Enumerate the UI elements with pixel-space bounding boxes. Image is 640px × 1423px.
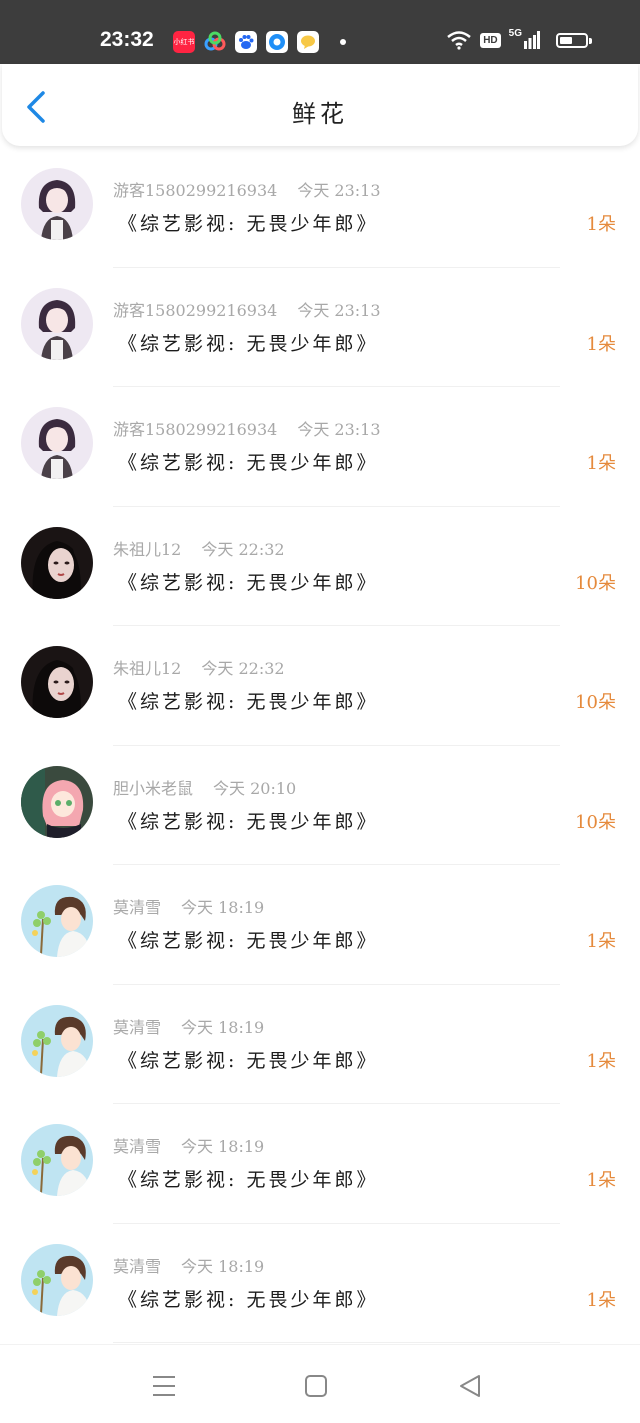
avatar[interactable] — [21, 646, 93, 718]
user-name: 莫清雪 — [113, 1256, 162, 1276]
avatar[interactable] — [21, 765, 93, 838]
chat-icon — [297, 31, 319, 53]
back-triangle-icon — [460, 1375, 480, 1397]
avatar[interactable] — [21, 885, 93, 957]
browser-icon — [266, 31, 288, 53]
user-name: 游客1580299216934 — [113, 420, 278, 439]
menu-button[interactable] — [147, 1369, 181, 1403]
user-name: 朱祖儿12 — [113, 659, 182, 678]
battery-icon — [556, 33, 588, 48]
user-name: 朱祖儿12 — [113, 539, 182, 559]
status-app-icons: 小红书 — [173, 31, 319, 53]
list-item[interactable]: 莫清雪 今天 18:19 《综艺影视: 无畏少年郎》 1朵 — [0, 865, 640, 985]
status-bar: 23:32 小红书 HD 5G — [0, 0, 640, 64]
avatar[interactable] — [21, 1124, 93, 1196]
work-title: 《综艺影视: 无畏少年郎》 — [118, 332, 379, 355]
record-time: 今天 22:32 — [201, 539, 285, 559]
user-name: 游客1580299216934 — [113, 181, 278, 200]
record-meta: 游客1580299216934 今天 23:13 — [113, 177, 381, 201]
record-time: 今天 18:19 — [181, 1137, 265, 1156]
work-title: 《综艺影视: 无畏少年郎》 — [118, 930, 379, 952]
work-title: 《综艺影视: 无畏少年郎》 — [118, 452, 379, 474]
flower-count: 1朵 — [586, 1289, 616, 1311]
battery-level — [560, 37, 572, 44]
wifi-icon — [447, 31, 471, 50]
work-title: 《综艺影视: 无畏少年郎》 — [118, 810, 379, 833]
record-time: 今天 23:13 — [297, 181, 381, 200]
menu-icon — [153, 1376, 175, 1396]
record-meta: 莫清雪 今天 18:19 — [113, 1133, 264, 1157]
status-time: 23:32 — [100, 28, 154, 51]
record-meta: 游客1580299216934 今天 23:13 — [113, 297, 381, 321]
record-time: 今天 18:19 — [181, 1017, 265, 1037]
list-item[interactable]: 游客1580299216934 今天 23:13 《综艺影视: 无畏少年郎》 1朵 — [0, 387, 640, 507]
flower-count: 1朵 — [586, 453, 616, 474]
page-title: 鲜花 — [292, 100, 348, 128]
avatar[interactable] — [21, 526, 93, 599]
list-item[interactable]: 莫清雪 今天 18:19 《综艺影视: 无畏少年郎》 1朵 — [0, 985, 640, 1104]
list-item[interactable]: 莫清雪 今天 18:19 《综艺影视: 无畏少年郎》 1朵 — [0, 1104, 640, 1224]
list-item[interactable]: 朱祖儿12 今天 22:32 《综艺影视: 无畏少年郎》 10朵 — [0, 507, 640, 626]
record-meta: 游客1580299216934 今天 23:13 — [113, 416, 381, 440]
work-title: 《综艺影视: 无畏少年郎》 — [118, 571, 379, 594]
record-meta: 莫清雪 今天 18:19 — [113, 894, 264, 918]
record-meta: 胆小米老鼠 今天 20:10 — [113, 775, 296, 799]
work-title: 《综艺影视: 无畏少年郎》 — [118, 1288, 379, 1311]
avatar[interactable] — [21, 1004, 93, 1077]
avatar[interactable] — [21, 168, 93, 240]
list-item[interactable]: 胆小米老鼠 今天 20:10 《综艺影视: 无畏少年郎》 10朵 — [0, 746, 640, 865]
list-item[interactable]: 游客1580299216934 今天 23:13 《综艺影视: 无畏少年郎》 1朵 — [0, 148, 640, 268]
record-time: 今天 23:13 — [297, 300, 381, 320]
flower-count: 1朵 — [586, 214, 616, 235]
record-time: 今天 18:19 — [181, 1256, 265, 1276]
flower-count: 1朵 — [586, 333, 616, 355]
work-title: 《综艺影视: 无畏少年郎》 — [118, 691, 379, 713]
status-right: HD 5G — [446, 27, 540, 50]
flower-count: 1朵 — [586, 931, 616, 952]
list-item[interactable]: 朱祖儿12 今天 22:32 《综艺影视: 无畏少年郎》 10朵 — [0, 626, 640, 746]
flower-count: 10朵 — [575, 572, 616, 594]
header: 鲜花 — [2, 64, 638, 146]
baidu-icon — [235, 31, 257, 53]
list-item[interactable]: 莫清雪 今天 18:19 《综艺影视: 无畏少年郎》 1朵 — [0, 1224, 640, 1343]
record-time: 今天 20:10 — [213, 778, 297, 798]
list-item[interactable]: 游客1580299216934 今天 23:13 《综艺影视: 无畏少年郎》 1朵 — [0, 268, 640, 387]
notification-dot-icon — [340, 39, 346, 45]
work-title: 《综艺影视: 无畏少年郎》 — [118, 1169, 379, 1191]
avatar[interactable] — [21, 1243, 93, 1316]
record-meta: 莫清雪 今天 18:19 — [113, 1014, 264, 1038]
network-type: 5G — [508, 27, 522, 39]
flower-count: 1朵 — [586, 1170, 616, 1191]
user-name: 莫清雪 — [113, 1137, 162, 1156]
signal-icon — [524, 31, 540, 49]
user-name: 胆小米老鼠 — [113, 778, 194, 798]
flower-count: 1朵 — [586, 1050, 616, 1072]
system-back-button[interactable] — [453, 1369, 487, 1403]
hd-badge: HD — [480, 32, 501, 48]
record-meta: 朱祖儿12 今天 22:32 — [113, 536, 285, 560]
home-button[interactable] — [299, 1369, 333, 1403]
system-nav-bar — [0, 1344, 640, 1423]
record-time: 今天 22:32 — [201, 659, 285, 678]
work-title: 《综艺影视: 无畏少年郎》 — [118, 1049, 379, 1072]
avatar[interactable] — [21, 287, 93, 360]
flower-count: 10朵 — [575, 692, 616, 713]
home-square-icon — [305, 1375, 327, 1397]
divider — [113, 1342, 560, 1343]
work-title: 《综艺影视: 无畏少年郎》 — [118, 213, 379, 235]
record-time: 今天 23:13 — [297, 420, 381, 439]
record-meta: 朱祖儿12 今天 22:32 — [113, 655, 285, 679]
xiaohongshu-icon: 小红书 — [173, 31, 195, 53]
record-time: 今天 18:19 — [181, 898, 265, 917]
baidu-netdisk-icon — [204, 31, 226, 53]
flower-record-list: 游客1580299216934 今天 23:13 《综艺影视: 无畏少年郎》 1朵 游客… — [0, 148, 640, 1343]
record-meta: 莫清雪 今天 18:19 — [113, 1253, 264, 1277]
flower-count: 10朵 — [575, 811, 616, 833]
user-name: 莫清雪 — [113, 1017, 162, 1037]
user-name: 游客1580299216934 — [113, 300, 278, 320]
user-name: 莫清雪 — [113, 898, 162, 917]
battery-tip — [589, 38, 592, 44]
avatar[interactable] — [21, 407, 93, 479]
